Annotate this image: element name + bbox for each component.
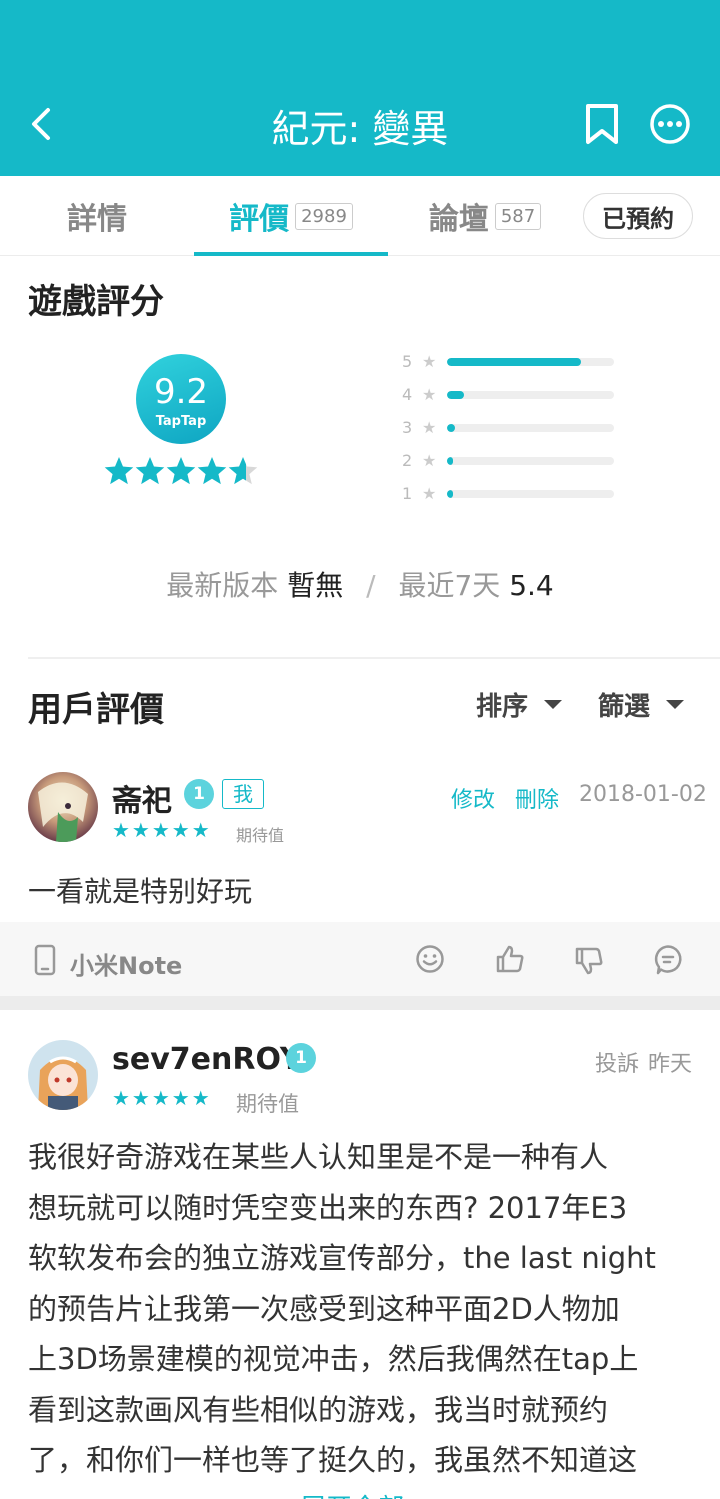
distribution-fill bbox=[447, 358, 581, 366]
star-level-label: 1 bbox=[402, 484, 413, 503]
recent-label: 最近7天 bbox=[398, 569, 501, 602]
more-options-icon[interactable] bbox=[648, 102, 692, 146]
separator: / bbox=[366, 569, 376, 602]
thumbs-down-icon[interactable] bbox=[574, 946, 604, 976]
user-reviews-title: 用戶評價 bbox=[28, 690, 164, 730]
star-level-label: 4 bbox=[402, 385, 413, 404]
active-tab-indicator bbox=[194, 252, 388, 256]
star-level-label: 3 bbox=[402, 418, 413, 437]
tab-count-badge: 587 bbox=[494, 202, 542, 230]
expectation-label: 期待值 bbox=[236, 1092, 299, 1116]
star-icon: ★ bbox=[422, 484, 437, 503]
app-header: 紀元: 變異 bbox=[0, 0, 720, 176]
star-icons: ★★★★★ bbox=[112, 1086, 212, 1110]
level-badge: 1 bbox=[286, 1043, 316, 1073]
tab-label: 評價 bbox=[229, 202, 290, 237]
review-text: 一看就是特别好玩 bbox=[28, 875, 253, 908]
star-level-label: 2 bbox=[402, 451, 413, 470]
star-icon bbox=[135, 457, 165, 485]
distribution-fill bbox=[447, 424, 455, 432]
star-icon: ★ bbox=[422, 418, 437, 437]
sort-label: 排序 bbox=[476, 692, 529, 722]
game-rating-title: 遊戲評分 bbox=[28, 282, 164, 322]
app-screen: 紀元: 變異 詳情 評價 2989 論壇 587 已預約 遊戲評分 9.2 Ta… bbox=[0, 0, 720, 1499]
tab-count-badge: 2989 bbox=[295, 202, 353, 230]
divider bbox=[28, 657, 720, 659]
chevron-down-icon bbox=[666, 700, 685, 709]
distribution-track bbox=[447, 490, 614, 498]
avatar-image bbox=[28, 772, 98, 842]
star-icon: ★ bbox=[422, 385, 437, 404]
score-value: 9.2 bbox=[153, 372, 209, 412]
tab-label: 論壇 bbox=[428, 202, 489, 237]
distribution-track bbox=[447, 424, 614, 432]
emoji-icon[interactable] bbox=[415, 944, 445, 974]
reserved-button[interactable]: 已預約 bbox=[583, 193, 693, 239]
version-summary: 最新版本 暫無 / 最近7天 5.4 bbox=[0, 564, 720, 604]
latest-version-value: 暫無 bbox=[287, 569, 344, 602]
sort-dropdown[interactable]: 排序 bbox=[476, 686, 563, 723]
filter-dropdown[interactable]: 篩選 bbox=[598, 686, 685, 723]
delete-link[interactable]: 刪除 bbox=[515, 782, 559, 814]
star-icon bbox=[228, 457, 258, 485]
distribution-track bbox=[447, 457, 614, 465]
score-badge: 9.2 TapTap bbox=[136, 354, 226, 444]
device-name: 小米Note bbox=[70, 952, 183, 980]
page-title: 紀元: 變異 bbox=[271, 107, 449, 151]
thumbs-up-icon[interactable] bbox=[495, 944, 525, 974]
star-icon bbox=[197, 457, 227, 485]
star-icon bbox=[166, 457, 196, 485]
rating-distribution-row: 4 ★ bbox=[402, 385, 622, 405]
tab-details[interactable]: 詳情 bbox=[0, 176, 194, 256]
overall-stars bbox=[104, 457, 258, 485]
review-stars: ★★★★★ bbox=[112, 1086, 212, 1110]
distribution-track bbox=[447, 358, 614, 366]
review-username[interactable]: 斋祀 bbox=[112, 776, 172, 820]
latest-version-label: 最新版本 bbox=[166, 569, 279, 602]
star-icon: ★ bbox=[422, 352, 437, 371]
score-brand: TapTap bbox=[155, 414, 207, 429]
distribution-fill bbox=[447, 457, 453, 465]
tab-forum[interactable]: 論壇 587 bbox=[388, 176, 582, 256]
edit-link[interactable]: 修改 bbox=[451, 782, 495, 814]
level-badge: 1 bbox=[184, 779, 214, 809]
review-action-bar: 小米Note bbox=[0, 922, 720, 996]
rating-distribution-row: 3 ★ bbox=[402, 418, 622, 438]
star-icons: ★★★★★ bbox=[112, 818, 212, 842]
expectation-label: 期待值 bbox=[236, 826, 285, 845]
distribution-fill bbox=[447, 391, 464, 399]
review-text: 我很好奇游戏在某些人认知里是不是一种有人 想玩就可以随时凭空变出来的东西? 20… bbox=[28, 1140, 656, 1477]
review-date: 昨天 bbox=[648, 1052, 693, 1077]
review-date: 2018-01-02 bbox=[579, 782, 707, 807]
review-stars: ★★★★★ bbox=[112, 818, 212, 842]
expand-all-link[interactable]: 展开全部 bbox=[300, 1488, 404, 1499]
distribution-fill bbox=[447, 490, 453, 498]
chevron-down-icon bbox=[544, 700, 563, 709]
distribution-track bbox=[447, 391, 614, 399]
section-gap bbox=[0, 996, 720, 1010]
avatar[interactable] bbox=[28, 1040, 98, 1110]
phone-icon bbox=[34, 944, 56, 976]
star-level-label: 5 bbox=[402, 352, 413, 371]
review-username[interactable]: sev7enROY bbox=[112, 1042, 302, 1077]
avatar-image bbox=[28, 1040, 98, 1110]
bookmark-icon[interactable] bbox=[580, 100, 624, 148]
rating-distribution-row: 2 ★ bbox=[402, 451, 622, 471]
tab-label: 詳情 bbox=[67, 202, 127, 237]
me-tag: 我 bbox=[222, 779, 264, 809]
comment-icon[interactable] bbox=[653, 944, 683, 976]
filter-label: 篩選 bbox=[598, 692, 651, 722]
report-link[interactable]: 投訴 bbox=[595, 1046, 639, 1078]
rating-distribution-row: 1 ★ bbox=[402, 484, 622, 504]
recent-value: 5.4 bbox=[509, 569, 554, 602]
avatar[interactable] bbox=[28, 772, 98, 842]
rating-distribution-row: 5 ★ bbox=[402, 352, 622, 372]
star-icon: ★ bbox=[422, 451, 437, 470]
back-icon[interactable] bbox=[22, 100, 62, 148]
star-icon bbox=[104, 457, 134, 485]
tab-reviews[interactable]: 評價 2989 bbox=[194, 176, 388, 256]
